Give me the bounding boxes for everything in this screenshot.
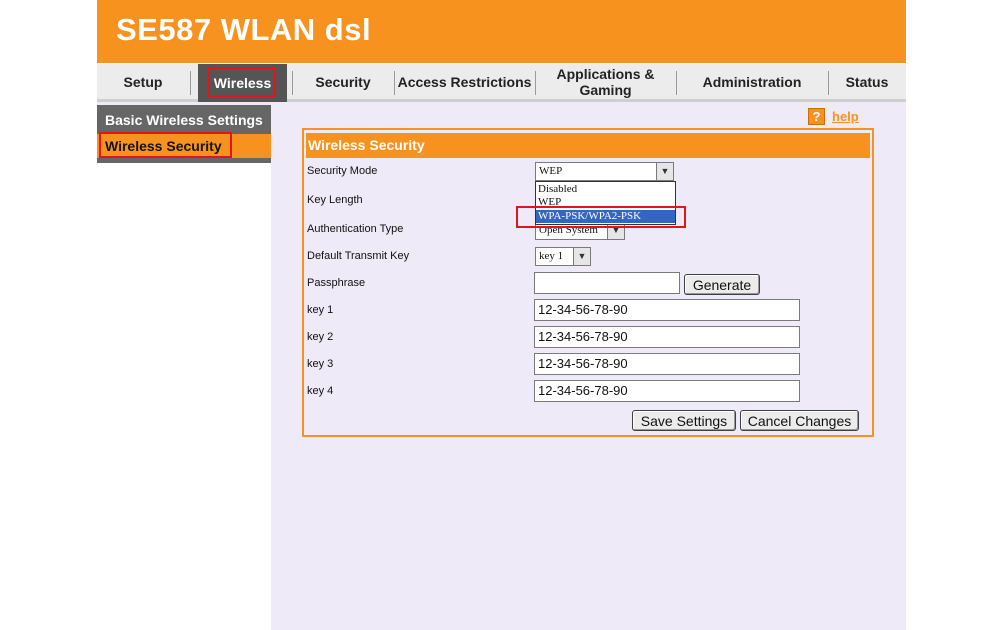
default-transmit-key-select[interactable]: key 1 ▼ [535,247,591,266]
header-banner: SE587 WLAN dsl [97,0,906,63]
tab-administration-label: Administration [702,74,802,90]
tab-security-label: Security [315,74,371,90]
key1-input[interactable]: 12-34-56-78-90 [534,299,800,321]
sidebar-item-label: Basic Wireless Settings [105,112,263,128]
tab-applications-gaming-label-2: Gaming [579,82,632,98]
sidebar-blank-area [97,163,271,630]
panel-title: Wireless Security [306,133,870,158]
save-settings-button[interactable]: Save Settings [632,410,736,431]
default-transmit-key-value: key 1 [539,250,564,262]
key4-input[interactable]: 12-34-56-78-90 [534,380,800,402]
key1-label: key 1 [307,304,334,316]
passphrase-input[interactable] [534,272,680,294]
security-mode-value: WEP [539,165,563,177]
tab-administration[interactable]: Administration [676,64,828,100]
key3-label: key 3 [307,358,334,370]
key3-input[interactable]: 12-34-56-78-90 [534,353,800,375]
help-link[interactable]: help [832,109,859,124]
security-mode-dropdown-list: Disabled WEP WPA-PSK/WPA2-PSK [535,181,676,225]
sidebar: Basic Wireless Settings Wireless Securit… [97,105,271,163]
tab-access-restrictions-label: Access Restrictions [397,74,532,90]
app-title: SE587 WLAN dsl [116,12,372,47]
security-mode-select[interactable]: WEP ▼ [535,162,674,181]
security-mode-label: Security Mode [307,165,378,177]
chevron-down-icon[interactable]: ▼ [573,248,590,265]
main-nav-tabs: Setup Wireless Security Access Restricti… [97,63,906,102]
tab-status-label: Status [845,74,889,90]
option-disabled[interactable]: Disabled [536,183,675,196]
generate-button[interactable]: Generate [684,274,760,295]
option-wep[interactable]: WEP [536,196,675,209]
key-length-label: Key Length [307,194,363,206]
help-link-group: ? help [808,108,859,125]
tab-applications-gaming-label-1: Applications & [556,66,655,82]
key4-label: key 4 [307,385,334,397]
tab-status[interactable]: Status [828,64,906,100]
tab-setup-label: Setup [123,74,163,90]
sidebar-item-basic-wireless-settings[interactable]: Basic Wireless Settings [97,108,271,132]
option-wpa-psk-wpa2-psk[interactable]: WPA-PSK/WPA2-PSK [536,210,675,223]
tab-separator [190,64,198,100]
passphrase-label: Passphrase [307,277,366,289]
chevron-down-icon[interactable]: ▼ [656,163,673,180]
key2-input[interactable]: 12-34-56-78-90 [534,326,800,348]
tab-setup[interactable]: Setup [97,64,189,100]
tab-access-restrictions[interactable]: Access Restrictions [394,64,535,100]
sidebar-item-label: Wireless Security [105,138,222,154]
auth-type-label: Authentication Type [307,223,404,235]
tab-applications-gaming[interactable]: Applications & Gaming [535,64,676,100]
default-transmit-key-label: Default Transmit Key [307,250,410,262]
auth-type-value: Open System [539,224,598,236]
tab-wireless[interactable]: Wireless [198,64,287,102]
key2-label: key 2 [307,331,334,343]
sidebar-item-wireless-security[interactable]: Wireless Security [97,134,271,158]
cancel-changes-button[interactable]: Cancel Changes [740,410,859,431]
question-mark-icon[interactable]: ? [808,108,825,125]
tab-wireless-label: Wireless [213,75,272,91]
tab-security[interactable]: Security [292,64,394,100]
